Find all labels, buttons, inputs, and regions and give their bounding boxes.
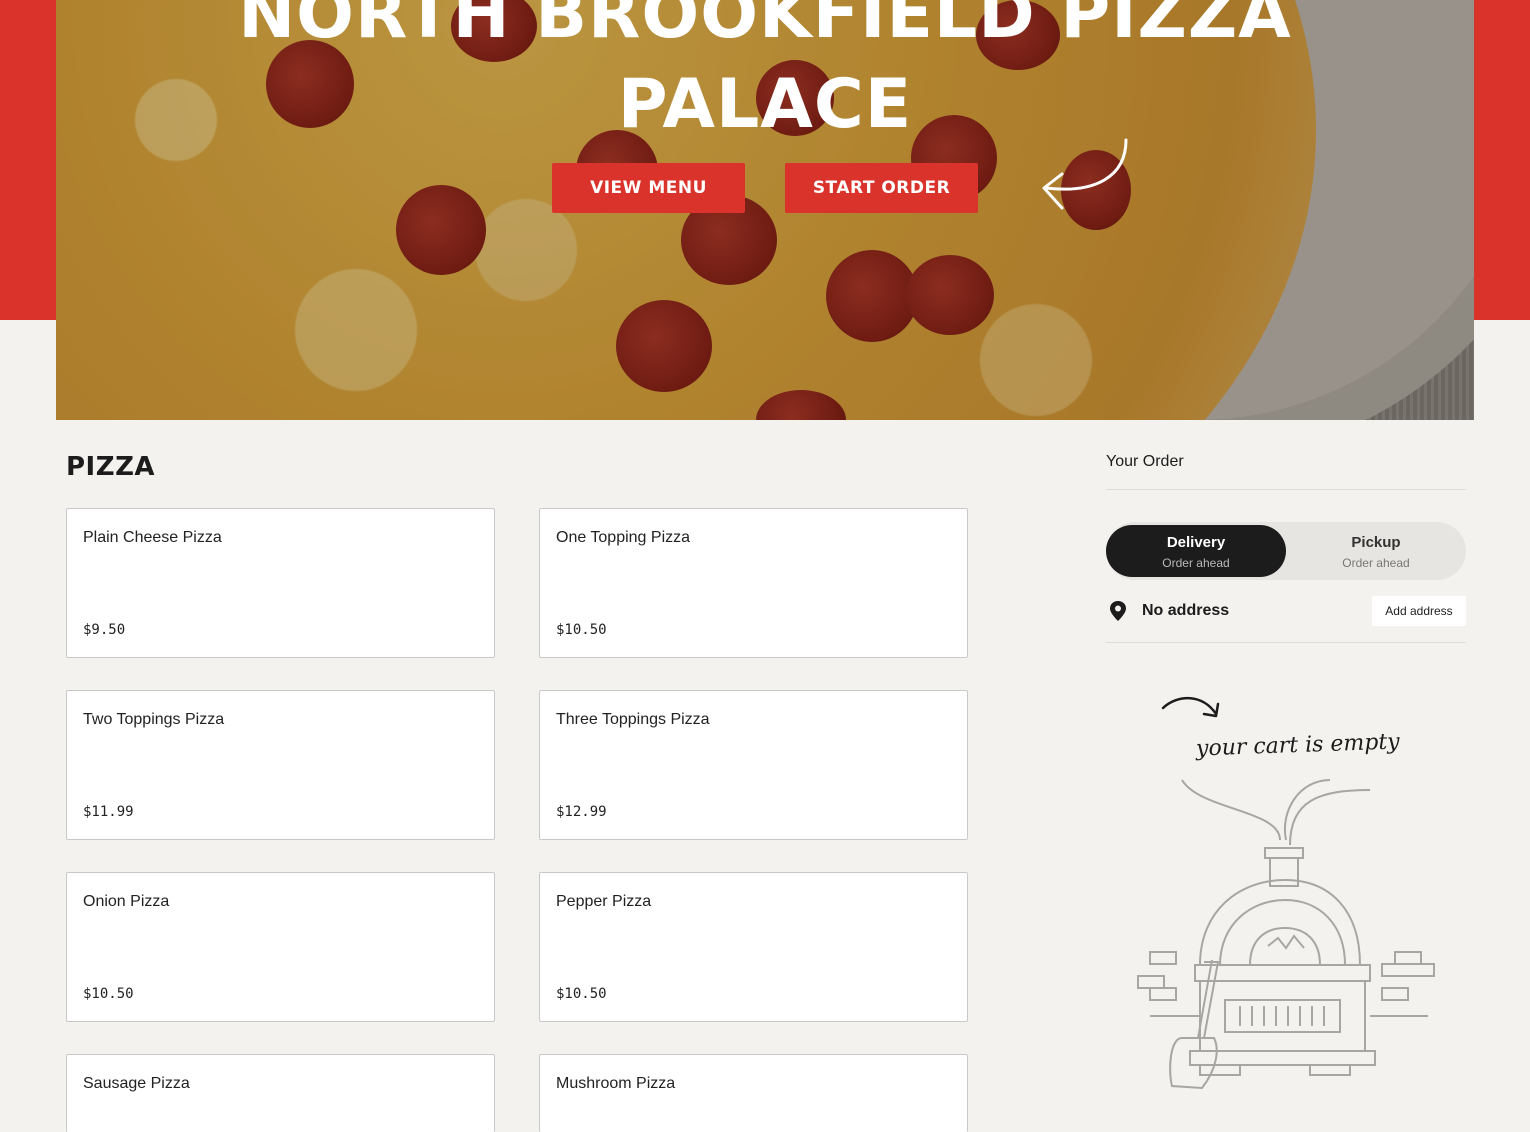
- menu-item-name: Pepper Pizza: [556, 893, 652, 910]
- menu-item-name: One Topping Pizza: [556, 529, 691, 546]
- title-line-1: NORTH BROOKFIELD PIZZA: [238, 0, 1292, 54]
- add-address-button[interactable]: Add address: [1372, 596, 1466, 626]
- menu-item-card[interactable]: Onion Pizza $10.50: [66, 872, 495, 1022]
- menu-item-card[interactable]: Plain Cheese Pizza $9.50: [66, 508, 495, 658]
- start-order-button[interactable]: START ORDER: [785, 163, 978, 213]
- delivery-label: Delivery: [1166, 534, 1226, 551]
- menu-item-card[interactable]: One Topping Pizza $10.50: [539, 508, 968, 658]
- section-title-pizza: PIZZA: [66, 452, 156, 482]
- menu-item-card[interactable]: Three Toppings Pizza $12.99: [539, 690, 968, 840]
- order-title: Your Order: [1106, 453, 1184, 470]
- divider: [1106, 642, 1466, 643]
- menu-item-card[interactable]: Two Toppings Pizza $11.99: [66, 690, 495, 840]
- pizza-oven-illustration: [1137, 779, 1435, 1090]
- menu-item-card[interactable]: Mushroom Pizza: [539, 1054, 968, 1132]
- pickup-label: Pickup: [1351, 534, 1401, 551]
- order-mode-toggle: Delivery Order ahead Pickup Order ahead: [1106, 522, 1466, 580]
- menu-item-price: $10.50: [556, 986, 607, 1002]
- pickup-option[interactable]: Pickup Order ahead: [1286, 525, 1466, 577]
- title-line-2: PALACE: [617, 65, 913, 144]
- pickup-sublabel: Order ahead: [1342, 556, 1410, 570]
- menu-item-name: Two Toppings Pizza: [83, 711, 225, 728]
- menu-item-name: Mushroom Pizza: [556, 1075, 676, 1092]
- menu-item-price: $11.99: [83, 804, 134, 820]
- delivery-sublabel: Order ahead: [1162, 556, 1230, 570]
- restaurant-title: NORTH BROOKFIELD PIZZA PALACE: [56, 0, 1474, 150]
- menu-item-price: $10.50: [556, 622, 607, 638]
- menu-item-price: $9.50: [83, 622, 126, 638]
- curved-arrow-icon: [1042, 138, 1128, 210]
- menu-item-price: $12.99: [556, 804, 607, 820]
- address-text: No address: [1142, 602, 1230, 619]
- curved-arrow-icon: [1161, 696, 1220, 718]
- menu-item-name: Three Toppings Pizza: [556, 711, 710, 728]
- view-menu-button[interactable]: VIEW MENU: [552, 163, 745, 213]
- menu-item-name: Onion Pizza: [83, 893, 170, 910]
- menu-item-card[interactable]: Sausage Pizza: [66, 1054, 495, 1132]
- menu-item-name: Sausage Pizza: [83, 1075, 190, 1092]
- delivery-option[interactable]: Delivery Order ahead: [1106, 525, 1286, 577]
- menu-item-price: $10.50: [83, 986, 134, 1002]
- menu-item-name: Plain Cheese Pizza: [83, 529, 222, 546]
- map-pin-icon: [1110, 601, 1126, 621]
- divider: [1106, 489, 1466, 490]
- menu-item-card[interactable]: Pepper Pizza $10.50: [539, 872, 968, 1022]
